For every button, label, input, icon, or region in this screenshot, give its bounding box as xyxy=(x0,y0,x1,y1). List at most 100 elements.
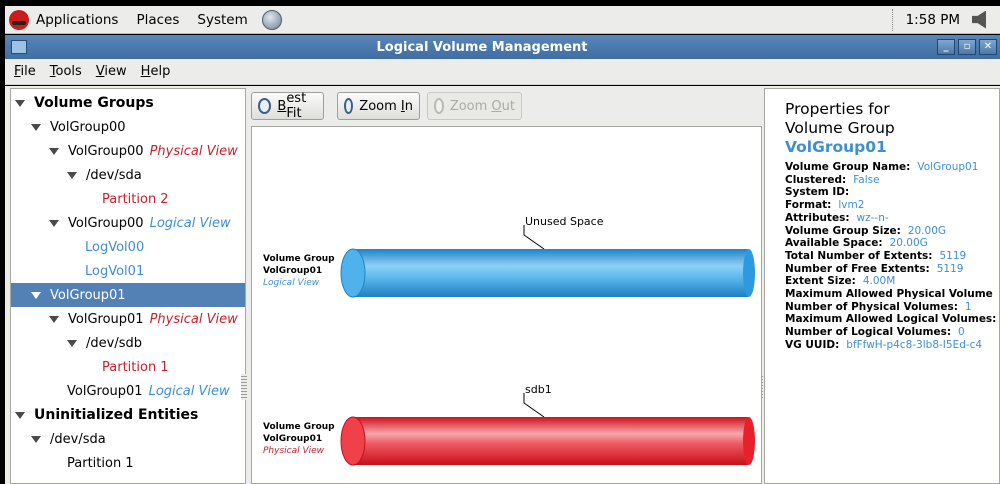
places-menu[interactable]: Places xyxy=(136,6,197,33)
system-menu[interactable]: System xyxy=(197,6,259,33)
logical-view-label: Volume Group VolGroup01 Logical View xyxy=(263,253,335,289)
tree-item-volgroup01-logical[interactable]: VolGroup01 Logical View xyxy=(11,379,245,403)
zoom-out-label-rest: ut xyxy=(501,98,515,114)
minimize-button[interactable]: _ xyxy=(937,39,955,55)
property-value: 4.00M xyxy=(862,275,896,288)
property-label: Total Number of Extents: xyxy=(785,249,933,262)
tree-item-volume-groups[interactable]: Volume Groups xyxy=(11,91,245,115)
property-row: VG UUID: bfFfwH-p4c8-3lb8-I5Ed-c4 xyxy=(785,339,982,352)
vg-label-line2: VolGroup01 xyxy=(263,434,323,444)
tree-item-label: Uninitialized Entities xyxy=(34,407,199,423)
panel-separator xyxy=(891,8,894,31)
tree-item-label: Volume Groups xyxy=(34,95,154,111)
property-label: Attributes: xyxy=(785,211,850,224)
tree-item-view-type: Physical View xyxy=(149,311,238,327)
tree-item-label: Partition 1 xyxy=(67,455,134,471)
tree-item-volgroup00-logical[interactable]: VolGroup00 Logical View xyxy=(11,211,245,235)
zoom-out-label: Zoom xyxy=(449,98,492,114)
expander-icon[interactable] xyxy=(31,291,41,299)
zoom-out-icon xyxy=(434,98,444,114)
tree-item-volgroup00[interactable]: VolGroup00 xyxy=(11,115,245,139)
tree-item-uninit-partition-1[interactable]: Partition 1 xyxy=(11,451,245,475)
property-row: Total Number of Extents: 5119 xyxy=(785,250,966,263)
window-titlebar[interactable]: Logical Volume Management _ ▫ ✕ xyxy=(5,35,1000,59)
menu-tools[interactable]: Tools xyxy=(50,64,82,79)
property-value: wz--n- xyxy=(856,211,889,224)
tree-item-partition-2[interactable]: Partition 2 xyxy=(11,187,245,211)
tree-item-view-type: Logical View xyxy=(149,215,231,231)
physical-volume-cylinder[interactable] xyxy=(353,417,749,465)
expander-icon[interactable] xyxy=(15,411,25,419)
physical-cylinder-end xyxy=(743,417,755,465)
menu-help-label: elp xyxy=(150,64,171,79)
properties-heading-2: Volume Group xyxy=(785,119,895,137)
property-row: Number of Logical Volumes: 0 xyxy=(785,326,965,339)
tree-item-volgroup01[interactable]: VolGroup01 xyxy=(11,283,245,307)
expander-icon[interactable] xyxy=(49,147,59,155)
property-row: Maximum Allowed Physical Volume xyxy=(785,288,999,301)
maximize-button[interactable]: ▫ xyxy=(958,39,976,55)
menu-file[interactable]: File xyxy=(14,64,36,79)
property-value: 1 xyxy=(964,300,972,313)
property-row: Extent Size: 4.00M xyxy=(785,275,895,288)
tree-item-label: LogVol00 xyxy=(85,239,145,255)
property-value: 0 xyxy=(958,326,965,339)
menu-help[interactable]: Help xyxy=(141,64,171,79)
logical-cylinder-end xyxy=(743,249,755,297)
property-row: System ID: xyxy=(785,186,856,199)
clock[interactable]: 1:58 PM xyxy=(906,12,960,28)
tree-item-partition-1[interactable]: Partition 1 xyxy=(11,355,245,379)
property-label: Number of Free Extents: xyxy=(785,262,930,275)
tree-item-label: VolGroup00 xyxy=(50,119,126,135)
volume-tree: Volume Groups VolGroup00 VolGroup00 Phys… xyxy=(10,88,246,484)
close-button[interactable]: ✕ xyxy=(979,39,997,55)
system-label: System xyxy=(197,11,248,28)
expander-icon[interactable] xyxy=(31,435,41,443)
vg-label-view: Logical View xyxy=(263,278,320,288)
expander-icon[interactable] xyxy=(67,339,77,347)
property-row: Attributes: wz--n- xyxy=(785,212,889,225)
zoom-in-button[interactable]: Zoom In xyxy=(337,92,420,120)
menu-tools-label: ools xyxy=(55,64,82,79)
top-panel: Applications Places System 1:58 PM xyxy=(5,6,1000,34)
tree-item-label: VolGroup00 xyxy=(68,143,144,159)
menu-view-label: iew xyxy=(104,64,127,79)
best-fit-button[interactable]: Best Fit xyxy=(251,91,324,121)
menu-view[interactable]: View xyxy=(96,64,127,79)
network-icon[interactable] xyxy=(261,9,282,30)
unused-space-leader xyxy=(523,225,545,250)
tree-item-label: VolGroup01 xyxy=(68,311,144,327)
expander-icon[interactable] xyxy=(31,123,41,131)
tree-item-volgroup01-physical[interactable]: VolGroup01 Physical View xyxy=(11,307,245,331)
tree-item-logvol01[interactable]: LogVol01 xyxy=(11,259,245,283)
tree-item-dev-sda[interactable]: /dev/sda xyxy=(11,163,245,187)
property-row: Maximum Allowed Logical Volumes: xyxy=(785,313,999,326)
tree-item-label: VolGroup00 xyxy=(68,215,144,231)
tree-item-logvol00[interactable]: LogVol00 xyxy=(11,235,245,259)
zoom-out-mnemonic: O xyxy=(491,98,502,114)
expander-icon[interactable] xyxy=(67,171,77,179)
tree-item-uninitialized[interactable]: Uninitialized Entities xyxy=(11,403,245,427)
left-pane-resize-handle[interactable] xyxy=(241,374,247,400)
applications-menu[interactable]: Applications xyxy=(5,6,136,33)
vg-label-line1: Volume Group xyxy=(263,254,335,264)
property-value: False xyxy=(853,173,880,186)
expander-icon[interactable] xyxy=(49,315,59,323)
tree-item-dev-sdb[interactable]: /dev/sdb xyxy=(11,331,245,355)
volume-icon[interactable] xyxy=(972,10,986,29)
tree-item-label: VolGroup01 xyxy=(50,287,126,303)
applications-label: Applications xyxy=(36,11,119,28)
expander-icon[interactable] xyxy=(49,219,59,227)
logical-volume-cylinder[interactable] xyxy=(353,249,749,297)
property-label: Maximum Allowed Logical Volumes: xyxy=(785,313,997,326)
zoom-out-button[interactable]: Zoom Out xyxy=(427,92,522,120)
places-label: Places xyxy=(136,11,180,28)
volume-canvas[interactable]: Unused Space sdb1 Volume Group VolGroup0… xyxy=(251,126,762,484)
properties-heading-1: Properties for xyxy=(785,100,890,118)
tree-item-volgroup00-physical[interactable]: VolGroup00 Physical View xyxy=(11,139,245,163)
tree-item-uninit-dev-sda[interactable]: /dev/sda xyxy=(11,427,245,451)
screen: Applications Places System 1:58 PM Logic… xyxy=(0,0,1000,484)
expander-icon[interactable] xyxy=(15,99,25,107)
logical-cylinder-cap xyxy=(340,248,366,298)
property-label: Clustered: xyxy=(785,173,847,186)
